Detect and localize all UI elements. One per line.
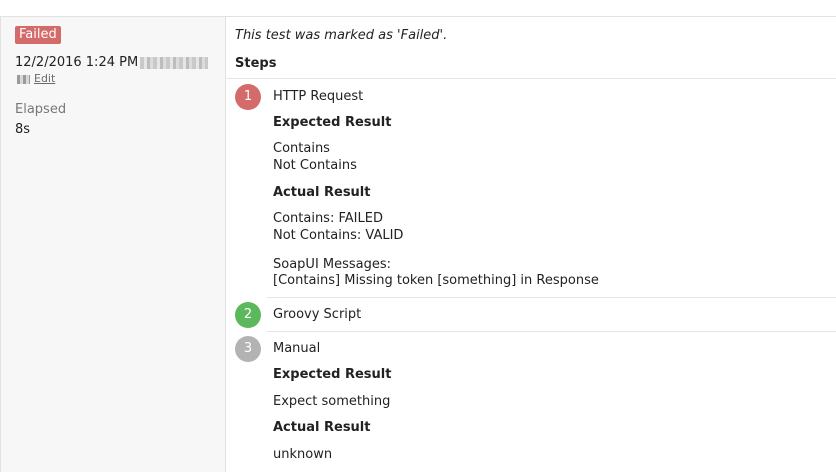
step-divider [267,331,836,332]
timestamp: 12/2/2016 1:24 PM [15,55,139,70]
expected-result-line: Contains [273,141,330,156]
step-title: Manual [273,341,321,356]
actual-result-line: unknown [273,447,333,462]
step-title: Groovy Script [273,307,362,322]
steps-heading: Steps [235,56,277,71]
expected-result-heading: Expected Result [273,115,392,130]
step-title: HTTP Request [273,89,364,104]
actual-result-line: Not Contains: VALID [273,228,404,243]
actual-result-heading: Actual Result [273,420,371,435]
step-divider [267,297,836,298]
messages-line: SoapUI Messages: [273,257,392,272]
messages-line: [Contains] Missing token [something] in … [273,273,599,288]
avatar-icon [17,75,30,84]
step-number-badge: 1 [235,84,261,110]
edit-link[interactable]: Edit [34,72,55,85]
test-result-details: This test was marked as 'Failed'. Steps … [225,17,836,472]
expected-result-heading: Expected Result [273,367,392,382]
elapsed-label: Elapsed [15,102,67,117]
actual-result-line: Contains: FAILED [273,211,383,226]
status-badge: Failed [15,26,61,44]
elapsed-value: 8s [15,122,31,137]
step-number-badge: 2 [235,302,261,328]
redacted-user-name [140,57,208,69]
expected-result-line: Expect something [273,394,391,409]
step-number-badge: 3 [235,336,261,362]
status-message: This test was marked as 'Failed'. [235,28,448,43]
actual-result-heading: Actual Result [273,185,371,200]
expected-result-line: Not Contains [273,158,357,173]
test-info-panel: Failed 12/2/2016 1:24 PM Edit Elapsed 8s [0,17,226,472]
divider [225,78,836,79]
